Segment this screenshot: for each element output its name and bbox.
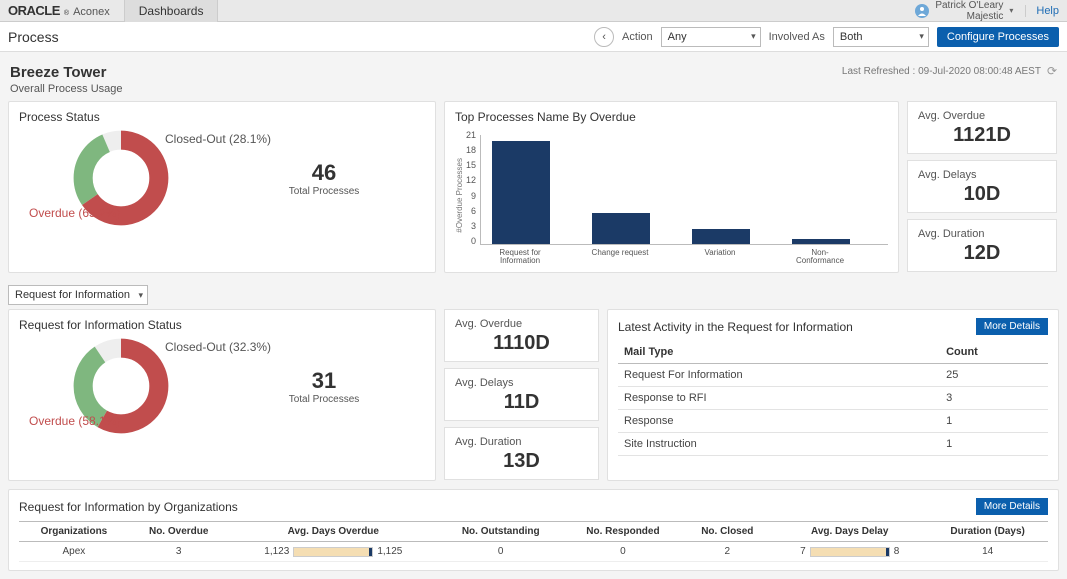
donut-closed-label: Closed-Out (32.3%) [165, 340, 271, 354]
action-select[interactable]: Any [661, 27, 761, 47]
rfi-status-donut: Closed-Out (32.3%) Overdue (58.1%) [71, 336, 171, 436]
page-subtitle: Overall Process Usage [10, 83, 123, 95]
mini-bar [810, 547, 890, 557]
org-table: Organizations No. Overdue Avg. Days Over… [19, 521, 1048, 562]
brand-sub: Aconex [73, 6, 110, 18]
last-refreshed: Last Refreshed : 09-Jul-2020 08:00:48 AE… [842, 64, 1057, 78]
kpi-column-top: Avg. Overdue 1121D Avg. Delays 10D Avg. … [907, 101, 1057, 273]
bar [692, 229, 750, 244]
action-label: Action [622, 31, 653, 43]
brand-main: ORACLE [8, 3, 60, 18]
toolbar: Process ‹ Action Any Involved As Both Co… [0, 22, 1067, 52]
rfi-by-org-card: Request for Information by Organizations… [8, 489, 1059, 571]
donut-overdue-label: Overdue (65.2%) [29, 206, 120, 220]
process-status-donut: Closed-Out (28.1%) Overdue (65.2%) [71, 128, 171, 228]
avg-duration-kpi: Avg. Duration 12D [907, 219, 1057, 272]
table-row: Request For Information25 [618, 364, 1048, 387]
bar-label: Variation [690, 249, 750, 265]
top-processes-card: Top Processes Name By Overdue #Overdue P… [444, 101, 899, 273]
table-row: Response to RFI3 [618, 387, 1048, 410]
bar [792, 239, 850, 244]
page-title: Breeze Tower [10, 64, 123, 81]
rfi-avg-delays-kpi: Avg. Delays 11D [444, 368, 599, 421]
user-org: Majestic [935, 11, 1003, 22]
donut-closed-label: Closed-Out (28.1%) [165, 132, 271, 146]
rfi-status-card: Request for Information Status Closed-Ou… [8, 309, 436, 481]
bar-label: Request for Information [490, 249, 550, 265]
card-title: Process Status [19, 110, 425, 124]
activity-table: Mail Type Count Request For Information2… [618, 341, 1048, 456]
col-mail-type: Mail Type [618, 341, 940, 364]
more-details-button[interactable]: More Details [976, 498, 1048, 515]
card-title: Top Processes Name By Overdue [455, 110, 888, 124]
refresh-icon[interactable]: ⟳ [1047, 64, 1057, 78]
bar-label: Non-Conformance [790, 249, 850, 265]
donut-overdue-label: Overdue (58.1%) [29, 414, 120, 428]
mini-bar [293, 547, 373, 557]
card-title: Latest Activity in the Request for Infor… [618, 320, 853, 334]
user-menu[interactable]: Patrick O'Leary Majestic ▾ Help [915, 0, 1059, 22]
table-row: Site Instruction1 [618, 433, 1048, 456]
top-bar: ORACLE® Aconex Dashboards Patrick O'Lear… [0, 0, 1067, 22]
avg-overdue-kpi: Avg. Overdue 1121D [907, 101, 1057, 154]
involved-select[interactable]: Both [833, 27, 929, 47]
total-processes-value: 46 [223, 160, 425, 186]
bar [592, 213, 650, 244]
latest-activity-card: Latest Activity in the Request for Infor… [607, 309, 1059, 481]
back-button[interactable]: ‹ [594, 27, 614, 47]
rfi-avg-overdue-kpi: Avg. Overdue 1110D [444, 309, 599, 362]
tab-dashboards[interactable]: Dashboards [124, 0, 219, 22]
table-row: Apex 3 1,123 1,125 0 0 2 7 [19, 542, 1048, 562]
page-process-label: Process [8, 29, 59, 45]
card-title: Request for Information by Organizations [19, 500, 238, 514]
avatar-icon [915, 4, 929, 18]
rfi-avg-duration-kpi: Avg. Duration 13D [444, 427, 599, 480]
rfi-total-value: 31 [223, 368, 425, 394]
more-details-button[interactable]: More Details [976, 318, 1048, 335]
configure-processes-button[interactable]: Configure Processes [937, 27, 1059, 47]
rfi-total-label: Total Processes [223, 394, 425, 405]
process-type-select[interactable]: Request for Information [8, 285, 148, 305]
chevron-down-icon: ▾ [1009, 6, 1013, 15]
table-row: Response1 [618, 410, 1048, 433]
card-title: Request for Information Status [19, 318, 425, 332]
bar-label: Change request [590, 249, 650, 265]
kpi-column-mid: Avg. Overdue 1110D Avg. Delays 11D Avg. … [444, 309, 599, 481]
brand: ORACLE® Aconex [8, 3, 110, 18]
bar [492, 141, 550, 244]
top-processes-chart: #Overdue Processes 211815129630 Request … [455, 130, 888, 260]
help-link[interactable]: Help [1025, 5, 1059, 17]
total-processes-label: Total Processes [223, 186, 425, 197]
col-count: Count [940, 341, 1048, 364]
y-axis: 211815129630 [466, 130, 480, 246]
process-status-card: Process Status Closed-Out (28.1%) Overdu… [8, 101, 436, 273]
involved-label: Involved As [769, 31, 825, 43]
user-name: Patrick O'Leary [935, 0, 1003, 11]
avg-delays-kpi: Avg. Delays 10D [907, 160, 1057, 213]
